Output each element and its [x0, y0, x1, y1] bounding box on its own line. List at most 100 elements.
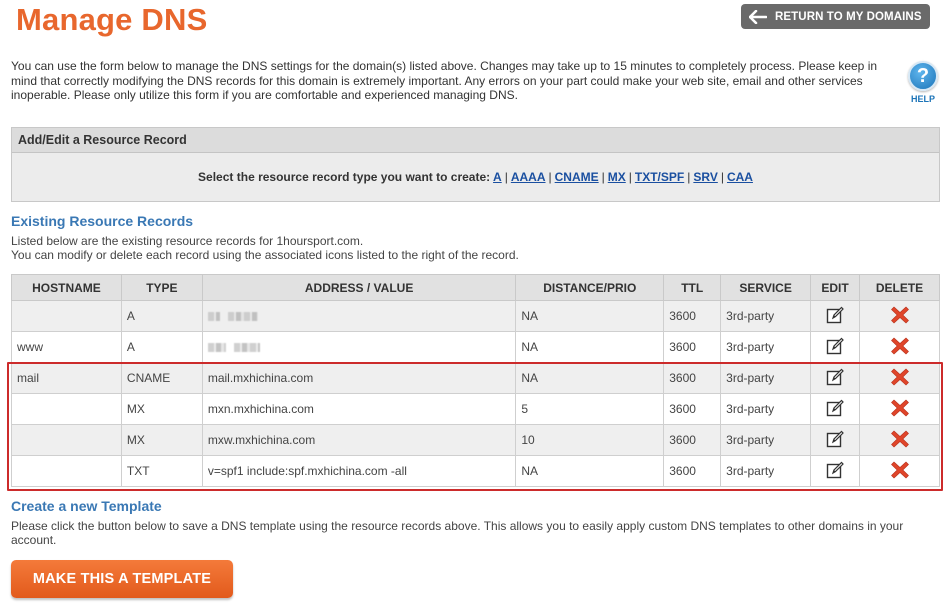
record-delete-cell — [859, 362, 940, 394]
record-service: 3rd-party — [720, 455, 812, 487]
record-delete-cell — [859, 331, 940, 363]
redacted-value — [207, 343, 226, 353]
record-address: v=spf1 include:spf.mxhichina.com -all — [201, 455, 517, 487]
delete-icon[interactable] — [890, 336, 910, 359]
record-distance: 10 — [515, 424, 665, 456]
record-type-prompt: Select the resource record type you want… — [198, 170, 491, 184]
record-edit-cell — [810, 455, 861, 487]
record-type-link-srv[interactable]: SRV — [693, 170, 717, 184]
create-template-desc: Please click the button below to save a … — [11, 519, 904, 547]
record-type: A — [120, 331, 203, 363]
column-header-service: SERVICE — [720, 274, 812, 301]
add-edit-record-heading: Add/Edit a Resource Record — [12, 128, 939, 153]
record-type-link-cname[interactable]: CNAME — [555, 170, 599, 184]
record-distance: NA — [515, 331, 665, 363]
make-template-button[interactable]: MAKE THIS A TEMPLATE — [11, 560, 233, 598]
help-label[interactable]: HELP — [906, 94, 940, 104]
record-type-link-aaaa[interactable]: AAAA — [511, 170, 546, 184]
record-address — [201, 300, 517, 332]
return-to-domains-label: RETURN TO MY DOMAINS — [775, 10, 922, 23]
record-type: TXT — [120, 455, 203, 487]
record-service: 3rd-party — [720, 362, 812, 394]
record-edit-cell — [810, 424, 861, 456]
delete-icon[interactable] — [890, 460, 910, 483]
delete-icon[interactable] — [890, 429, 910, 452]
table-row: A NA 3600 3rd-party — [11, 300, 940, 332]
record-type: CNAME — [120, 362, 203, 394]
record-address: mxw.mxhichina.com — [201, 424, 517, 456]
record-type: A — [120, 300, 203, 332]
existing-records-title: Existing Resource Records — [11, 213, 194, 229]
record-distance: 5 — [515, 393, 665, 425]
intro-text: You can use the form below to manage the… — [11, 59, 878, 102]
redacted-value — [233, 343, 260, 353]
column-header-ttl: TTL — [663, 274, 722, 301]
record-distance: NA — [515, 455, 665, 487]
table-row: mail CNAME mail.mxhichina.com NA 3600 3rd-par… — [11, 362, 940, 394]
record-type-link-a[interactable]: A — [493, 170, 502, 184]
column-header-distance: DISTANCE/PRIO — [515, 274, 665, 301]
record-distance: NA — [515, 362, 665, 394]
record-service: 3rd-party — [720, 424, 812, 456]
existing-records-desc-2: You can modify or delete each record usi… — [11, 248, 519, 262]
record-type: MX — [120, 393, 203, 425]
record-distance: NA — [515, 300, 665, 332]
record-type: MX — [120, 424, 203, 456]
record-delete-cell — [859, 424, 940, 456]
table-header-row: HOSTNAME TYPE ADDRESS / VALUE DISTANCE/P… — [11, 274, 940, 301]
record-service: 3rd-party — [720, 331, 812, 363]
delete-icon[interactable] — [890, 398, 910, 421]
arrow-left-icon — [749, 9, 767, 24]
record-hostname — [11, 424, 122, 456]
table-row: MX mxw.mxhichina.com 10 3600 3rd-party — [11, 424, 940, 456]
record-hostname — [11, 300, 122, 332]
record-address: mail.mxhichina.com — [201, 362, 517, 394]
redacted-value — [207, 312, 220, 322]
column-header-hostname: HOSTNAME — [11, 274, 122, 301]
record-edit-cell — [810, 362, 861, 394]
record-type-link-txt-spf[interactable]: TXT/SPF — [635, 170, 684, 184]
edit-icon[interactable] — [825, 460, 845, 483]
record-hostname: www — [11, 331, 122, 363]
edit-icon[interactable] — [825, 429, 845, 452]
edit-icon[interactable] — [825, 336, 845, 359]
existing-records-desc-1: Listed below are the existing resource r… — [11, 234, 364, 248]
record-ttl: 3600 — [663, 331, 722, 363]
edit-icon[interactable] — [825, 367, 845, 390]
record-delete-cell — [859, 455, 940, 487]
record-ttl: 3600 — [663, 424, 722, 456]
record-service: 3rd-party — [720, 393, 812, 425]
column-header-address: ADDRESS / VALUE — [201, 274, 517, 301]
column-header-edit: EDIT — [810, 274, 861, 301]
record-edit-cell — [810, 393, 861, 425]
record-service: 3rd-party — [720, 300, 812, 332]
resource-records-table: HOSTNAME TYPE ADDRESS / VALUE DISTANCE/P… — [11, 274, 940, 487]
column-header-type: TYPE — [120, 274, 203, 301]
record-ttl: 3600 — [663, 300, 722, 332]
record-ttl: 3600 — [663, 393, 722, 425]
record-address: mxn.mxhichina.com — [201, 393, 517, 425]
redacted-value — [227, 312, 258, 322]
return-to-domains-button[interactable]: RETURN TO MY DOMAINS — [741, 4, 930, 29]
record-hostname: mail — [11, 362, 122, 394]
record-delete-cell — [859, 393, 940, 425]
table-row: MX mxn.mxhichina.com 5 3600 3rd-party — [11, 393, 940, 425]
record-edit-cell — [810, 331, 861, 363]
page-title: Manage DNS — [16, 2, 208, 37]
table-row: www A NA 3600 3rd-party — [11, 331, 940, 363]
help-icon[interactable]: ? — [908, 61, 938, 91]
record-type-link-caa[interactable]: CAA — [727, 170, 753, 184]
edit-icon[interactable] — [825, 398, 845, 421]
delete-icon[interactable] — [890, 305, 910, 328]
record-type-link-mx[interactable]: MX — [608, 170, 626, 184]
edit-icon[interactable] — [825, 305, 845, 328]
column-header-delete: DELETE — [859, 274, 940, 301]
record-ttl: 3600 — [663, 455, 722, 487]
record-hostname — [11, 393, 122, 425]
record-ttl: 3600 — [663, 362, 722, 394]
record-delete-cell — [859, 300, 940, 332]
help-button[interactable]: ? HELP — [906, 61, 940, 104]
delete-icon[interactable] — [890, 367, 910, 390]
record-edit-cell — [810, 300, 861, 332]
add-edit-record-panel: Add/Edit a Resource Record Select the re… — [11, 127, 940, 202]
